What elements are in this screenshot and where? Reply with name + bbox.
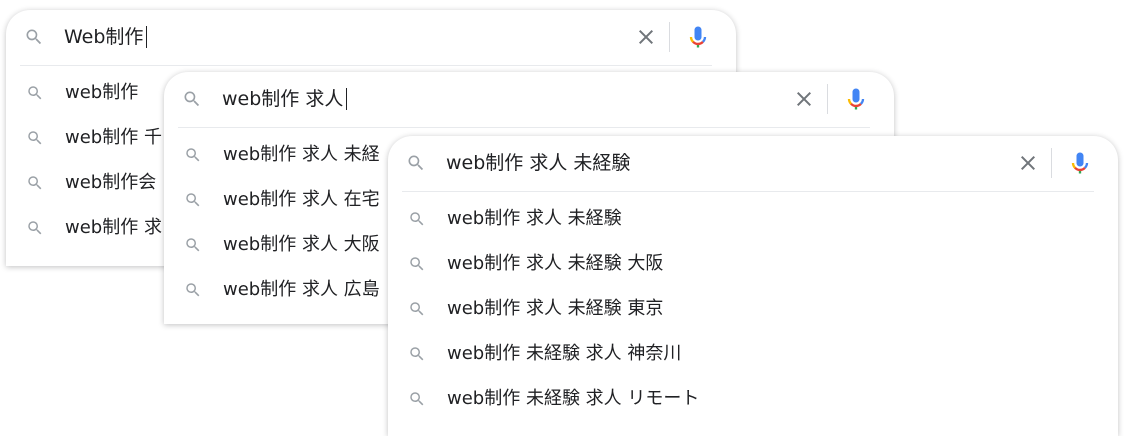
search-icon [186, 193, 200, 207]
suggestion-item[interactable]: web制作 求人 未経験 東京 [388, 286, 1118, 331]
search-icon [408, 155, 424, 171]
suggestion-text: web制作 求人 未経 [223, 144, 380, 165]
divider [402, 191, 1094, 192]
suggestion-text: web制作 求人 未経験 [447, 208, 622, 229]
search-input[interactable]: web制作 求人 未経験 [446, 136, 630, 190]
text-cursor [146, 25, 148, 48]
text-cursor [346, 87, 348, 110]
divider [669, 22, 670, 52]
search-icon [28, 86, 42, 100]
search-icon [186, 238, 200, 252]
search-query-text: Web制作 [64, 26, 144, 48]
search-icon [28, 221, 42, 235]
search-query-text: web制作 求人 未経験 [446, 152, 631, 174]
divider [178, 127, 870, 128]
search-bar[interactable]: web制作 求人 [164, 72, 894, 126]
search-icon [26, 29, 42, 45]
search-icon [28, 176, 42, 190]
search-icon [410, 212, 424, 226]
search-icon [28, 131, 42, 145]
suggestion-text: web制作 求人 大阪 [223, 234, 380, 255]
search-icon [186, 148, 200, 162]
suggestion-text: web制作 求人 広島 [223, 279, 380, 300]
close-icon[interactable] [1016, 151, 1040, 175]
suggestion-text: web制作 求人 未経験 東京 [447, 298, 664, 319]
microphone-icon[interactable] [842, 85, 870, 113]
suggestion-item[interactable]: web制作 求人 未経験 大阪 [388, 241, 1118, 286]
suggestion-text: web制作 [65, 82, 139, 103]
divider [20, 65, 712, 66]
suggestion-text: web制作 未経験 求人 リモート [447, 388, 700, 409]
search-icon [186, 283, 200, 297]
search-icon [410, 392, 424, 406]
suggestion-text: web制作 未経験 求人 神奈川 [447, 343, 682, 364]
microphone-icon[interactable] [1066, 149, 1094, 177]
close-icon[interactable] [792, 87, 816, 111]
suggestion-text: web制作 求人 未経験 大阪 [447, 253, 664, 274]
search-bar[interactable]: web制作 求人 未経験 [388, 136, 1118, 190]
suggestion-list: web制作 求人 未経験 web制作 求人 未経験 大阪 web制作 求人 未経… [388, 196, 1118, 421]
close-icon[interactable] [634, 25, 658, 49]
suggestion-item[interactable]: web制作 求人 未経験 [388, 196, 1118, 241]
suggestion-item[interactable]: web制作 未経験 求人 神奈川 [388, 331, 1118, 376]
suggestion-text: web制作会 [65, 172, 157, 193]
search-box-3: web制作 求人 未経験 web制作 求人 未経験 web制作 求人 未経験 大… [388, 136, 1118, 436]
divider [1051, 148, 1052, 178]
microphone-icon[interactable] [684, 23, 712, 51]
search-icon [410, 347, 424, 361]
suggestion-text: web制作 千 [65, 127, 162, 148]
search-icon [410, 257, 424, 271]
search-bar[interactable]: Web制作 [6, 10, 736, 64]
divider [827, 84, 828, 114]
search-icon [184, 91, 200, 107]
search-icon [410, 302, 424, 316]
suggestion-item[interactable]: web制作 未経験 求人 リモート [388, 376, 1118, 421]
search-input[interactable]: Web制作 [64, 10, 148, 64]
search-query-text: web制作 求人 [222, 88, 344, 110]
search-input[interactable]: web制作 求人 [222, 72, 348, 126]
suggestion-text: web制作 求人 在宅 [223, 189, 380, 210]
